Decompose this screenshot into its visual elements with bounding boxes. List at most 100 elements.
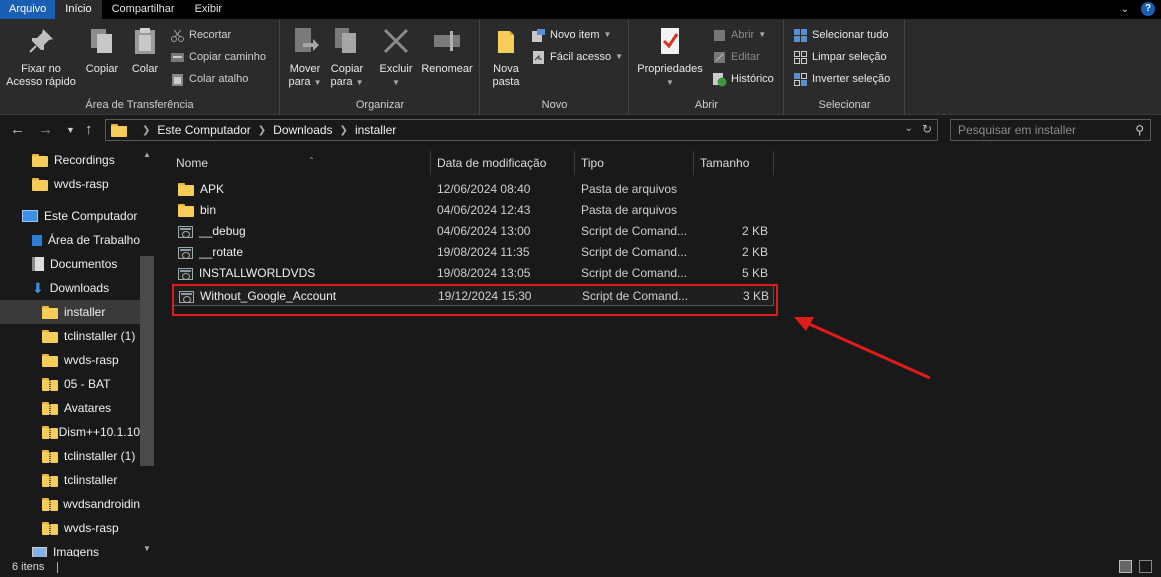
help-icon[interactable]: ? [1141, 2, 1155, 16]
nav-item-wvds-rasp-zip[interactable]: wvds-rasp [0, 516, 140, 540]
scroll-down-icon[interactable]: ▼ [143, 544, 151, 553]
nav-item-wvds-rasp-2[interactable]: wvds-rasp [0, 348, 140, 372]
breadcrumb-installer[interactable]: installer [355, 123, 396, 137]
column-header-label: Data de modificação [437, 156, 547, 170]
nav-item-este-computador[interactable]: Este Computador [0, 204, 140, 228]
rename-icon [431, 25, 463, 57]
large-icons-view-icon[interactable] [1139, 560, 1152, 573]
nav-scrollbar-thumb[interactable] [140, 256, 154, 466]
nav-item-label: Imagens [53, 545, 100, 557]
nav-item-tclinstaller-1-zip[interactable]: tclinstaller (1) [0, 444, 140, 468]
file-date: 04/06/2024 13:00 [437, 224, 531, 238]
file-name: __rotate [199, 245, 244, 259]
edit-button[interactable]: Editar [712, 47, 760, 67]
column-header-label: Tipo [581, 156, 604, 170]
file-row-apk[interactable]: APK 12/06/2024 08:40 Pasta de arquivos [172, 179, 774, 200]
pin-quick-access-button[interactable]: Fixar no Acesso rápido [4, 23, 78, 89]
copy-button[interactable]: Copiar [82, 23, 122, 76]
open-group-label: Abrir [694, 99, 719, 111]
select-all-button[interactable]: Selecionar tudo [793, 25, 888, 45]
file-name: __debug [199, 224, 246, 238]
delete-label: Excluir [379, 63, 413, 75]
file-size: 2 KB [741, 245, 768, 259]
nav-item-wvds-rasp[interactable]: wvds-rasp [0, 172, 140, 196]
back-arrow-icon[interactable]: ← [10, 121, 25, 138]
recent-locations-chevron-icon[interactable]: ▼ [66, 125, 75, 135]
chevron-down-icon: ▼ [313, 78, 322, 87]
nav-item-05-bat[interactable]: 05 - BAT [0, 372, 140, 396]
easy-access-button[interactable]: Fácil acesso ▼ [531, 47, 623, 67]
clear-selection-button[interactable]: Limpar seleção [793, 47, 887, 67]
new-item-button[interactable]: Novo item ▼ [531, 25, 611, 45]
scroll-up-icon[interactable]: ▲ [143, 150, 151, 159]
nav-item-imagens[interactable]: Imagens [0, 540, 140, 557]
file-row-rotate[interactable]: __rotate 19/08/2024 11:35 Script de Coma… [172, 242, 774, 263]
nav-item-desktop[interactable]: Área de Trabalho [0, 228, 140, 252]
tab-arquivo[interactable]: Arquivo [0, 0, 56, 19]
tab-exibir[interactable]: Exibir [185, 0, 233, 19]
properties-button[interactable]: Propriedades ▼ [634, 23, 706, 89]
easy-access-label: Fácil acesso [550, 51, 612, 63]
copy-to-label-2: para [330, 76, 353, 88]
nav-item-avatares[interactable]: Avatares [0, 396, 140, 420]
paste-button[interactable]: Colar [126, 23, 164, 76]
sort-ascending-icon: ⌃ [308, 156, 315, 165]
move-to-button[interactable]: Mover para ▼ [285, 23, 325, 89]
annotation-arrow-icon [794, 317, 931, 380]
refresh-icon[interactable]: ↻ [922, 122, 932, 136]
search-input[interactable]: Pesquisar em installer ⚲ [950, 119, 1151, 141]
address-bar[interactable]: ❯ Este Computador ❯ Downloads ❯ installe… [105, 119, 938, 141]
scissors-icon [170, 28, 185, 43]
delete-button[interactable]: Excluir ▼ [375, 23, 417, 89]
up-arrow-icon[interactable]: ↑ [85, 121, 93, 138]
search-icon[interactable]: ⚲ [1135, 120, 1144, 140]
nav-item-downloads[interactable]: ⬇ Downloads [0, 276, 140, 300]
file-date: 12/06/2024 08:40 [437, 182, 531, 196]
rename-button[interactable]: Renomear [419, 23, 475, 76]
easy-access-icon [531, 50, 546, 65]
open-button[interactable]: Abrir ▼ [712, 25, 766, 45]
nav-item-tclinstaller[interactable]: tclinstaller [0, 468, 140, 492]
cut-button[interactable]: Recortar [170, 25, 231, 45]
nav-item-recordings[interactable]: Recordings [0, 148, 140, 172]
address-dropdown-chevron-icon[interactable]: ⌄ [905, 123, 913, 134]
nav-item-documentos[interactable]: Documentos [0, 252, 140, 276]
organize-group: Mover para ▼ Copiar para ▼ Excluir ▼ Ren… [281, 19, 480, 115]
copy-path-button[interactable]: Copiar caminho [170, 47, 266, 67]
open-group: Propriedades ▼ Abrir ▼ Editar Histórico … [630, 19, 784, 115]
file-row-debug[interactable]: __debug 04/06/2024 13:00 Script de Coman… [172, 221, 774, 242]
copy-to-button[interactable]: Copiar para ▼ [327, 23, 367, 89]
breadcrumb-este-computador[interactable]: Este Computador [157, 123, 250, 137]
breadcrumb-separator-icon: ❯ [257, 124, 267, 136]
nav-item-tclinstaller-1[interactable]: tclinstaller (1) [0, 324, 140, 348]
folder-icon [32, 177, 48, 191]
nav-item-label: Área de Trabalho [47, 233, 140, 247]
nav-item-label: tclinstaller (1) [64, 449, 136, 463]
column-header-label: Tamanho [700, 156, 750, 170]
paste-shortcut-button[interactable]: Colar atalho [170, 69, 248, 89]
organize-group-label: Organizar [355, 99, 405, 111]
nav-item-installer[interactable]: installer [0, 300, 140, 324]
column-header-type[interactable]: Tipo [575, 151, 694, 175]
nav-item-wvdsandroidin[interactable]: wvdsandroidin [0, 492, 140, 516]
tab-inicio[interactable]: Início [55, 0, 102, 19]
breadcrumb-downloads[interactable]: Downloads [273, 123, 332, 137]
tab-compartilhar[interactable]: Compartilhar [102, 0, 185, 19]
batch-script-icon [178, 246, 193, 259]
file-row-installworldvds[interactable]: INSTALLWORLDVDS 19/08/2024 13:05 Script … [172, 263, 774, 284]
new-folder-button[interactable]: Nova pasta [487, 23, 525, 89]
column-header-date[interactable]: Data de modificação [431, 151, 575, 175]
invert-selection-label: Inverter seleção [812, 73, 891, 85]
nav-item-label: installer [64, 305, 106, 319]
invert-selection-button[interactable]: Inverter seleção [793, 69, 890, 89]
zip-folder-icon [42, 377, 58, 391]
history-button[interactable]: Histórico [712, 69, 774, 89]
file-name: bin [200, 203, 217, 217]
details-view-icon[interactable] [1119, 560, 1132, 573]
forward-arrow-icon[interactable]: → [38, 121, 53, 138]
file-row-bin[interactable]: bin 04/06/2024 12:43 Pasta de arquivos [172, 200, 774, 221]
column-header-size[interactable]: Tamanho [694, 151, 774, 175]
nav-item-dism[interactable]: Dism++10.1.10 [0, 420, 140, 444]
ribbon-collapse-icon[interactable]: ⌄ [1121, 0, 1129, 19]
column-header-name[interactable]: ⌃ Nome [170, 151, 431, 175]
